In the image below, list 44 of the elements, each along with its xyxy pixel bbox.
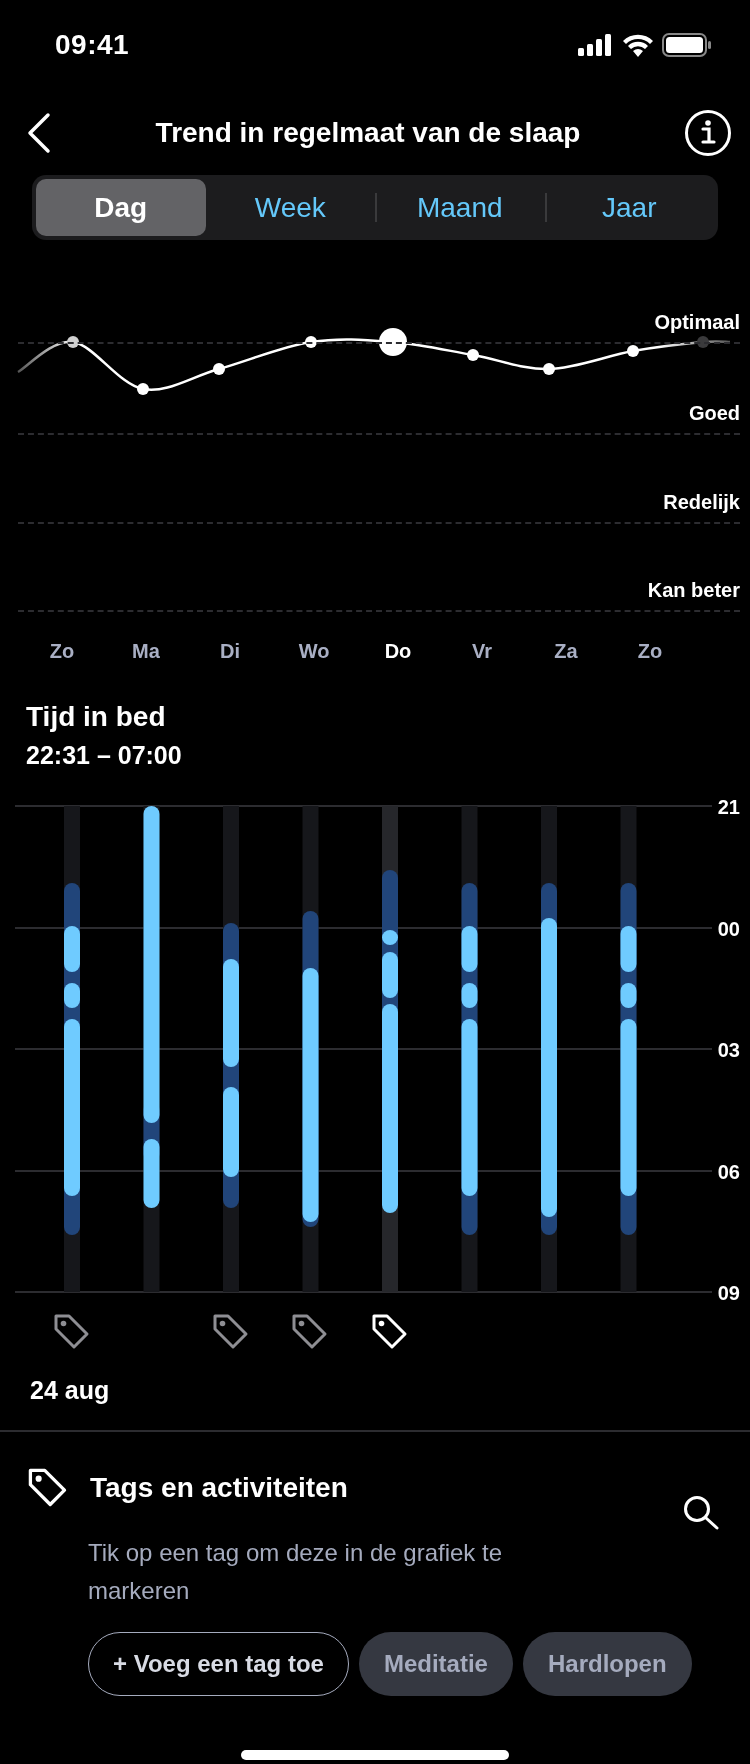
rating-label: Optimaal (654, 311, 740, 334)
tag-chip[interactable]: Meditatie (358, 1632, 513, 1696)
day-label: Vr (471, 640, 493, 663)
section-title: Tijd in bed (26, 700, 167, 734)
wifi-icon (622, 33, 654, 57)
date-label: 24 aug (29, 1375, 111, 1406)
search-button[interactable] (682, 1494, 720, 1532)
status-time: 09:41 (55, 29, 130, 61)
period-tab[interactable]: Maand (375, 179, 545, 236)
rating-label: Goed (688, 402, 740, 425)
period-tab[interactable]: Jaar (544, 179, 714, 236)
info-button[interactable] (684, 108, 732, 157)
rating-label: Kan beter (647, 579, 740, 602)
sleep-bar[interactable] (382, 806, 398, 1292)
hour-label: 03 (717, 1039, 740, 1061)
hour-label: 21 (717, 796, 740, 818)
day-label: Zo (48, 640, 76, 663)
tag-chip[interactable]: Hardlopen (522, 1632, 692, 1696)
battery-icon (662, 33, 712, 57)
period-tab[interactable]: Dag (36, 179, 206, 236)
hour-label: 06 (717, 1161, 740, 1183)
back-button[interactable] (26, 111, 52, 154)
sleep-bar[interactable] (223, 806, 239, 1292)
sleep-bar[interactable] (620, 806, 637, 1292)
sleep-bar[interactable] (541, 806, 557, 1292)
day-label: Ma (131, 640, 161, 663)
day-label: Do (383, 640, 413, 663)
signal-icon (578, 34, 614, 56)
screen-title: Trend in regelmaat van de slaap (154, 116, 582, 149)
hour-label: 09 (717, 1282, 740, 1302)
time-range: 22:31 – 07:00 (26, 740, 183, 771)
sleep-bar[interactable] (461, 806, 478, 1292)
sleep-bar[interactable] (64, 806, 80, 1292)
day-label: Wo (297, 640, 331, 663)
section-description: Tik op een tag om deze in de grafiek te markeren (88, 1538, 504, 1606)
rating-label: Redelijk (663, 491, 740, 514)
period-tab[interactable]: Week (205, 179, 375, 236)
day-label: Zo (636, 640, 664, 663)
sleep-bar[interactable] (302, 806, 319, 1292)
section-title: Tags en activiteiten (90, 1472, 348, 1504)
day-label: Di (219, 640, 241, 663)
hour-label: 00 (717, 918, 740, 940)
day-label: Za (553, 640, 579, 663)
sleep-bar[interactable] (143, 806, 160, 1292)
